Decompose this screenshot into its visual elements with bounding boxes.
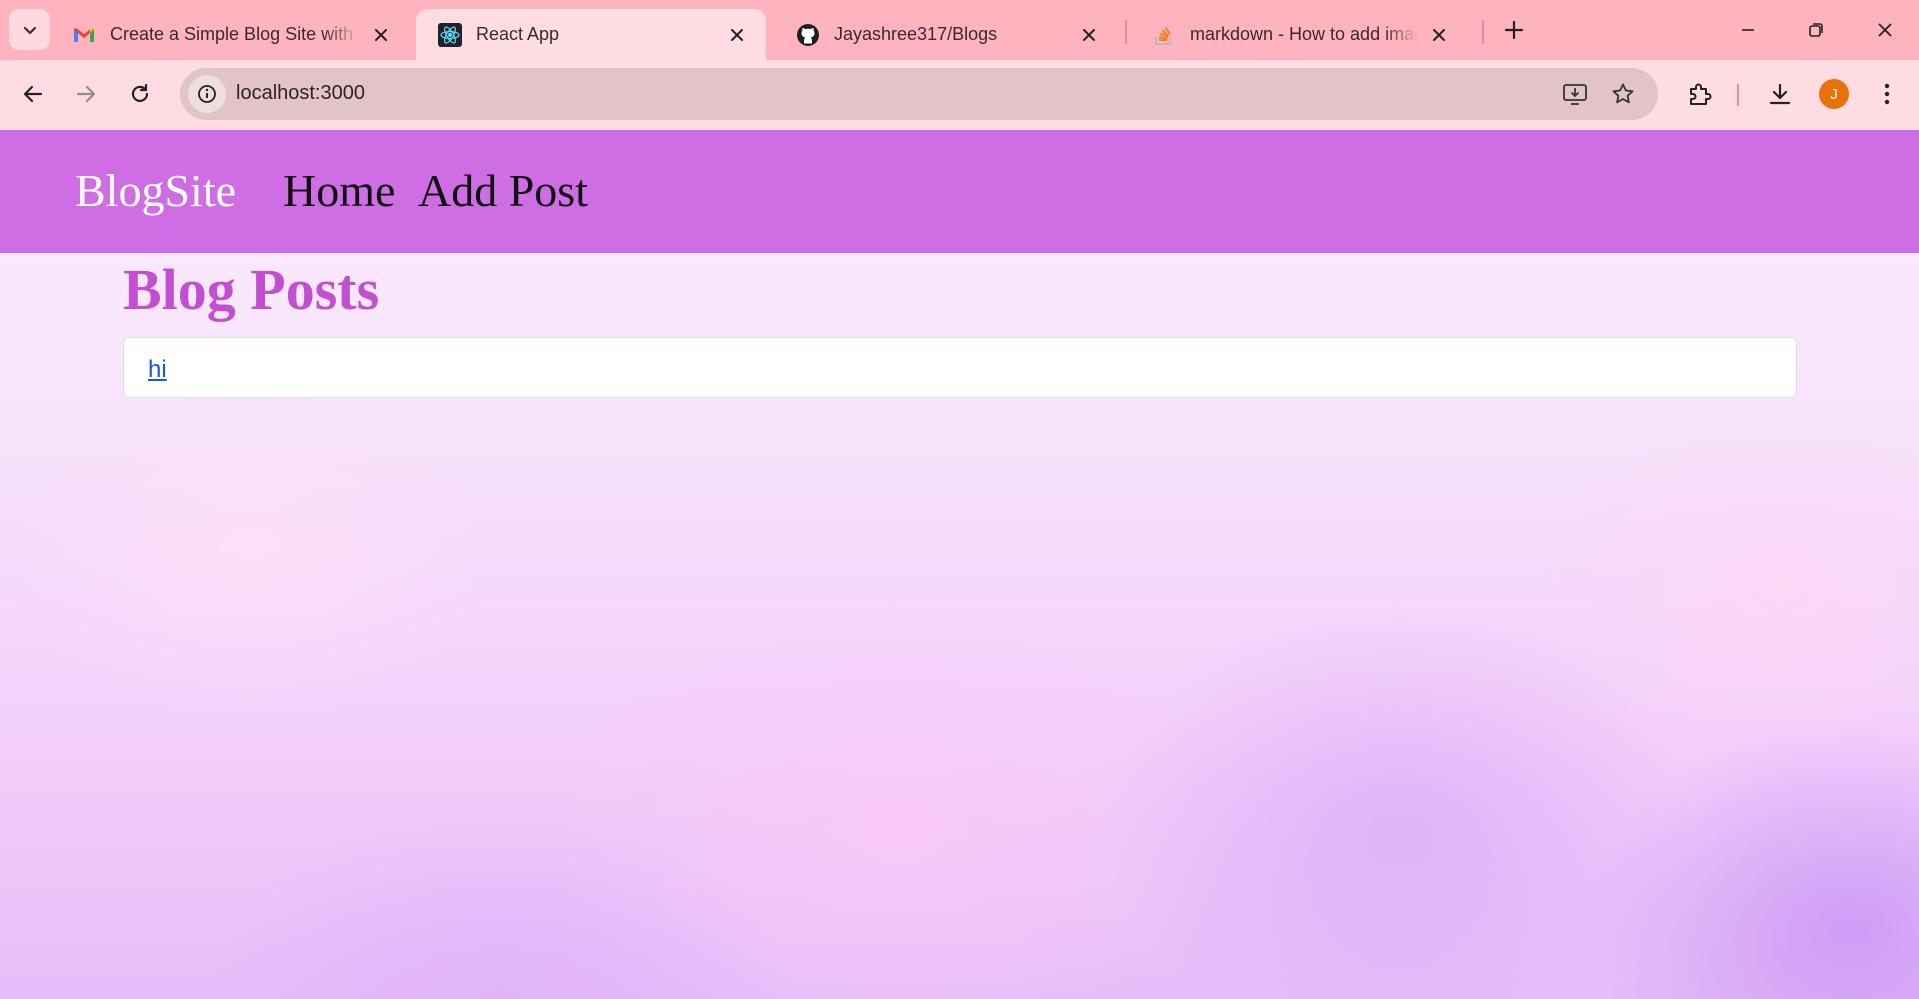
star-icon	[1612, 83, 1634, 104]
tab-title: Jayashree317/Blogs	[834, 24, 998, 44]
site-brand[interactable]: BlogSite	[75, 164, 236, 217]
tab-title: Create a Simple Blog Site with R	[110, 24, 360, 44]
site-navbar: BlogSite Home Add Post	[0, 130, 1919, 253]
close-icon[interactable]	[726, 24, 748, 46]
back-button[interactable]	[13, 74, 53, 114]
tab-strip: Create a Simple Blog Site with R React A…	[0, 0, 1919, 60]
reload-button[interactable]	[120, 74, 160, 114]
gmail-icon	[72, 23, 96, 47]
site-info-button[interactable]	[188, 75, 226, 113]
downloads-button[interactable]	[1760, 74, 1800, 114]
address-bar[interactable]: localhost:3000	[180, 68, 1658, 120]
minimize-button[interactable]	[1726, 8, 1770, 52]
post-title-link[interactable]: hi	[148, 356, 167, 384]
page-viewport: BlogSite Home Add Post Blog Posts hi	[0, 130, 1919, 999]
nav-home-link[interactable]: Home	[283, 164, 395, 217]
close-icon	[1878, 23, 1892, 37]
download-icon	[1769, 83, 1791, 105]
minimize-icon	[1742, 29, 1754, 31]
toolbar-divider	[1737, 84, 1739, 106]
tab-react-app[interactable]: React App	[416, 9, 766, 60]
tab-separator	[1125, 20, 1127, 44]
plus-icon	[1504, 20, 1524, 40]
profile-avatar[interactable]: J	[1819, 79, 1849, 109]
close-icon[interactable]	[370, 24, 392, 46]
install-icon	[1563, 84, 1587, 105]
url-text[interactable]: localhost:3000	[236, 82, 365, 105]
tab-search-button[interactable]	[9, 9, 50, 50]
close-icon[interactable]	[1428, 24, 1450, 46]
tab-title: markdown - How to add image	[1190, 24, 1418, 44]
post-card: hi	[123, 337, 1797, 398]
nav-add-post-link[interactable]: Add Post	[418, 164, 588, 217]
forward-button[interactable]	[66, 74, 106, 114]
restore-button[interactable]	[1794, 8, 1838, 52]
tab-gmail[interactable]: Create a Simple Blog Site with R	[50, 9, 410, 60]
page-title: Blog Posts	[123, 257, 380, 322]
extensions-button[interactable]	[1680, 74, 1720, 114]
more-vert-icon	[1884, 83, 1890, 105]
menu-button[interactable]	[1867, 74, 1907, 114]
tab-separator	[1482, 20, 1484, 44]
tab-github[interactable]: Jayashree317/Blogs	[774, 9, 1118, 60]
install-app-button[interactable]	[1560, 79, 1590, 109]
puzzle-icon	[1690, 83, 1712, 105]
arrow-left-icon	[23, 85, 43, 103]
tab-stackoverflow[interactable]: markdown - How to add image	[1130, 9, 1468, 60]
restore-icon	[1809, 23, 1823, 37]
tab-title: React App	[476, 24, 560, 44]
close-window-button[interactable]	[1863, 8, 1907, 52]
close-icon[interactable]	[1078, 24, 1100, 46]
new-tab-button[interactable]	[1496, 12, 1532, 48]
stackoverflow-icon	[1152, 23, 1176, 47]
info-icon	[198, 85, 216, 103]
react-icon	[438, 22, 462, 47]
github-icon	[796, 23, 820, 47]
chevron-down-icon	[23, 26, 36, 34]
arrow-right-icon	[76, 85, 96, 103]
browser-toolbar: localhost:3000 J	[0, 60, 1919, 130]
bookmark-button[interactable]	[1608, 79, 1638, 109]
reload-icon	[131, 83, 149, 102]
